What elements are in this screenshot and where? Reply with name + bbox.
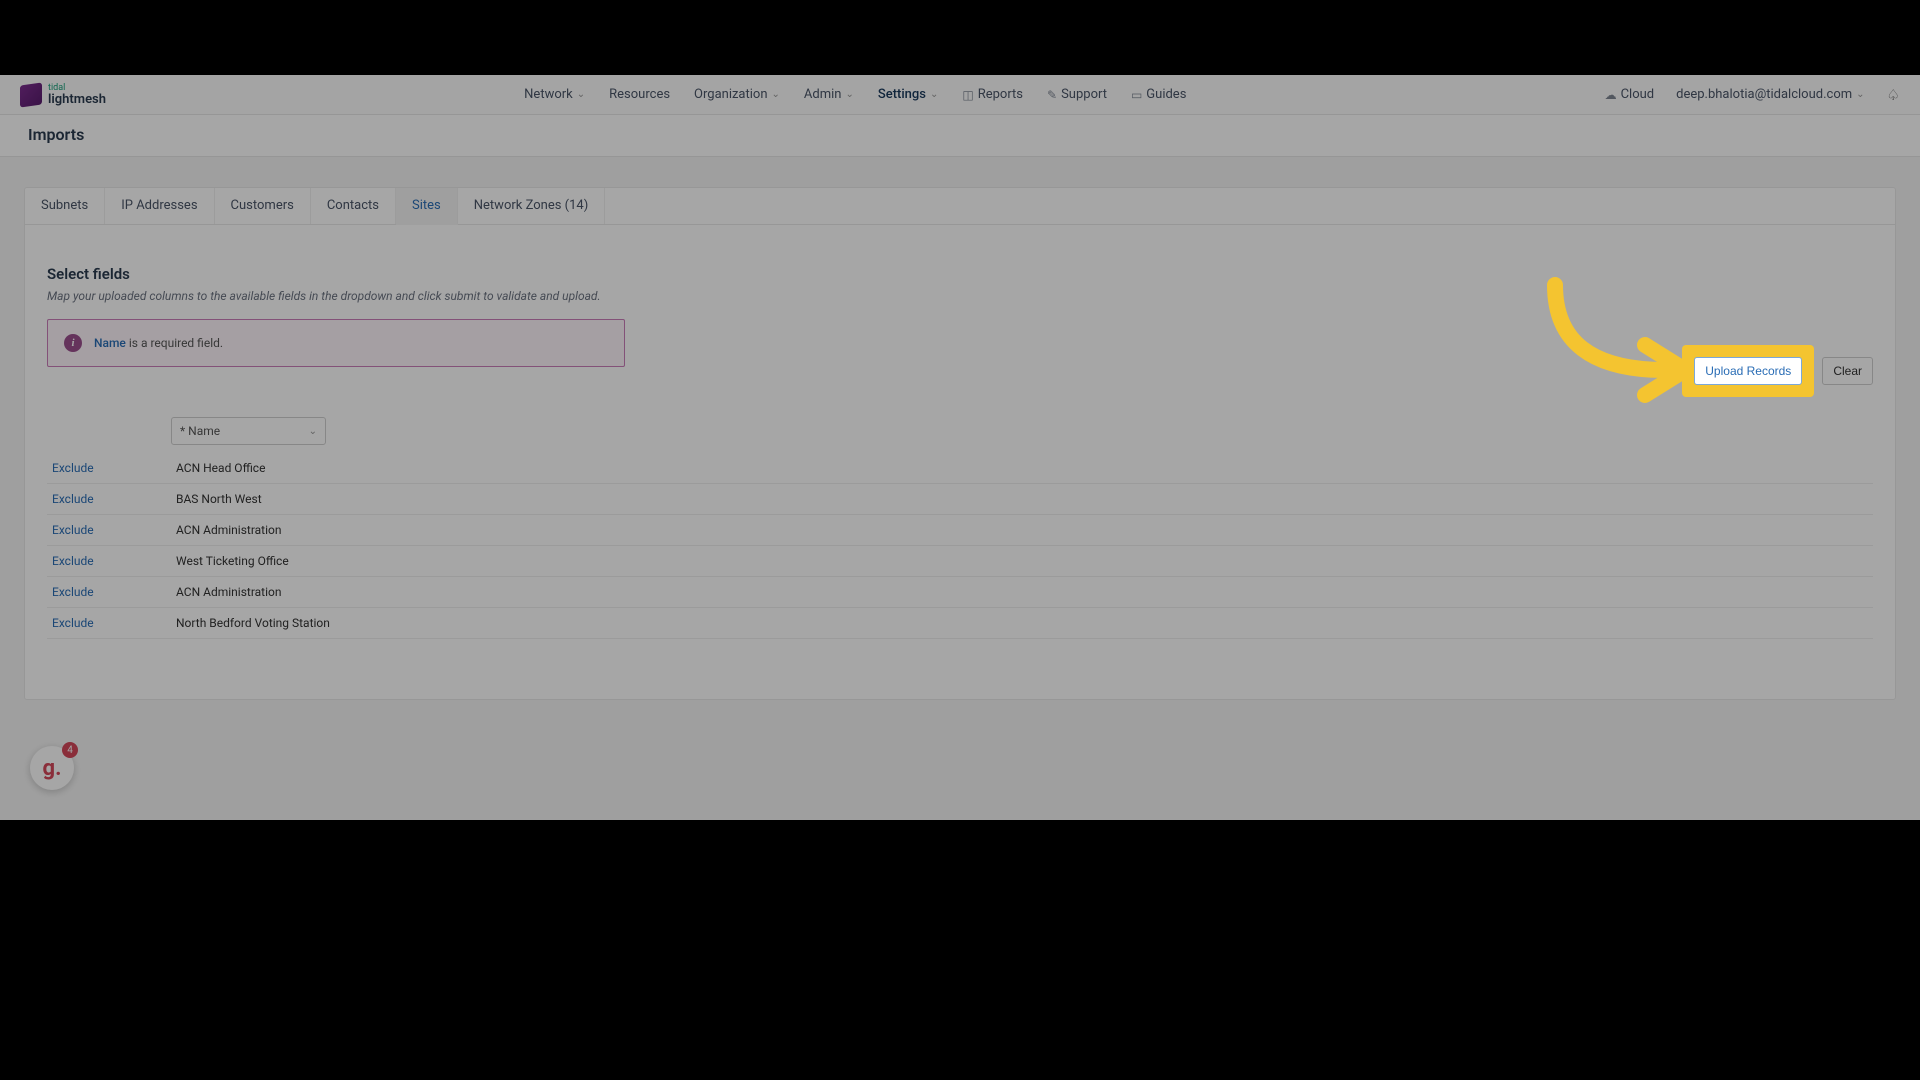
- nav-network-label: Network: [524, 87, 573, 102]
- notice-rest: is a required field.: [126, 336, 223, 350]
- chevron-down-icon: ⌄: [772, 89, 780, 100]
- right-nav: ☁ Cloud deep.bhalotia@tidalcloud.com ⌄ ♤: [1605, 86, 1900, 104]
- exclude-link[interactable]: Exclude: [52, 523, 176, 537]
- nav-guides-label: Guides: [1146, 87, 1186, 102]
- letterbox-top: [0, 0, 1920, 75]
- nav-resources-label: Resources: [609, 87, 670, 102]
- tab-ip-addresses[interactable]: IP Addresses: [105, 188, 214, 224]
- nav-organization[interactable]: Organization ⌄: [694, 87, 780, 102]
- tabs: Subnets IP Addresses Customers Contacts …: [25, 188, 1895, 225]
- highlight-box: Upload Records: [1682, 345, 1814, 397]
- nav-support-label: Support: [1061, 87, 1107, 102]
- help-widget[interactable]: g. 4: [30, 746, 74, 790]
- tab-sites[interactable]: Sites: [396, 188, 458, 225]
- nav-settings-label: Settings: [878, 87, 926, 102]
- required-field-notice: i Name is a required field.: [47, 319, 625, 367]
- table-row: Exclude ACN Administration: [47, 577, 1873, 608]
- nav-admin[interactable]: Admin ⌄: [804, 87, 854, 102]
- action-row: Upload Records Clear: [1682, 345, 1873, 397]
- widget-logo: g.: [43, 756, 62, 781]
- tab-contacts[interactable]: Contacts: [311, 188, 396, 224]
- clear-button[interactable]: Clear: [1822, 357, 1873, 385]
- upload-records-button[interactable]: Upload Records: [1694, 357, 1802, 385]
- logo-icon: [20, 82, 42, 107]
- chevron-down-icon: ⌄: [845, 89, 853, 100]
- row-value: ACN Administration: [176, 523, 282, 537]
- tabs-panel: Subnets IP Addresses Customers Contacts …: [24, 187, 1896, 700]
- field-mapping-select[interactable]: * Name ⌄: [171, 417, 326, 445]
- chevron-down-icon: ⌄: [1856, 89, 1864, 100]
- exclude-link[interactable]: Exclude: [52, 554, 176, 568]
- chevron-down-icon: ⌄: [930, 89, 938, 100]
- bell-icon[interactable]: ♤: [1887, 86, 1900, 104]
- notice-bold: Name: [94, 336, 126, 350]
- main-nav: Network ⌄ Resources Organization ⌄ Admin…: [524, 87, 1186, 102]
- tab-subnets[interactable]: Subnets: [25, 188, 105, 224]
- exclude-link[interactable]: Exclude: [52, 616, 176, 630]
- row-value: ACN Administration: [176, 585, 282, 599]
- table-row: Exclude North Bedford Voting Station: [47, 608, 1873, 639]
- nav-organization-label: Organization: [694, 87, 767, 102]
- chevron-down-icon: ⌄: [309, 426, 317, 437]
- tab-customers[interactable]: Customers: [215, 188, 311, 224]
- logo-text: tidal lightmesh: [48, 84, 106, 106]
- nav-user[interactable]: deep.bhalotia@tidalcloud.com ⌄: [1676, 87, 1864, 102]
- widget-badge: 4: [62, 742, 78, 758]
- nav-network[interactable]: Network ⌄: [524, 87, 585, 102]
- nav-guides[interactable]: ▭ Guides: [1131, 87, 1186, 102]
- row-value: North Bedford Voting Station: [176, 616, 330, 630]
- nav-admin-label: Admin: [804, 87, 842, 102]
- chart-icon: ◫: [962, 88, 973, 102]
- tab-network-zones[interactable]: Network Zones (14): [458, 188, 606, 224]
- nav-resources[interactable]: Resources: [609, 87, 670, 102]
- wrench-icon: ✎: [1047, 88, 1057, 102]
- preview-table: Exclude ACN Head Office Exclude BAS Nort…: [47, 453, 1873, 639]
- content: Subnets IP Addresses Customers Contacts …: [0, 157, 1920, 700]
- logo[interactable]: tidal lightmesh: [20, 84, 106, 106]
- row-value: West Ticketing Office: [176, 554, 289, 568]
- chevron-down-icon: ⌄: [577, 89, 585, 100]
- nav-settings[interactable]: Settings ⌄: [878, 87, 939, 102]
- page-title: Imports: [0, 115, 1920, 157]
- notice-text: Name is a required field.: [94, 336, 223, 350]
- exclude-link[interactable]: Exclude: [52, 492, 176, 506]
- info-icon: i: [64, 334, 82, 352]
- nav-reports-label: Reports: [978, 87, 1023, 102]
- row-value: BAS North West: [176, 492, 262, 506]
- logo-lightmesh: lightmesh: [48, 93, 106, 106]
- table-row: Exclude BAS North West: [47, 484, 1873, 515]
- section-title: Select fields: [47, 265, 1873, 283]
- table-row: Exclude West Ticketing Office: [47, 546, 1873, 577]
- letterbox-bottom: [0, 820, 1920, 1080]
- table-row: Exclude ACN Head Office: [47, 453, 1873, 484]
- tab-body: Select fields Map your uploaded columns …: [25, 225, 1895, 699]
- nav-cloud-label: Cloud: [1621, 87, 1655, 102]
- app-window: tidal lightmesh Network ⌄ Resources Orga…: [0, 75, 1920, 820]
- nav-user-label: deep.bhalotia@tidalcloud.com: [1676, 87, 1852, 102]
- nav-cloud[interactable]: ☁ Cloud: [1605, 87, 1655, 102]
- table-row: Exclude ACN Administration: [47, 515, 1873, 546]
- section-desc: Map your uploaded columns to the availab…: [47, 289, 1873, 303]
- nav-reports[interactable]: ◫ Reports: [962, 87, 1023, 102]
- nav-support[interactable]: ✎ Support: [1047, 87, 1107, 102]
- exclude-link[interactable]: Exclude: [52, 585, 176, 599]
- exclude-link[interactable]: Exclude: [52, 461, 176, 475]
- cloud-icon: ☁: [1605, 88, 1617, 102]
- field-select-value: * Name: [180, 424, 220, 438]
- topbar: tidal lightmesh Network ⌄ Resources Orga…: [0, 75, 1920, 115]
- row-value: ACN Head Office: [176, 461, 265, 475]
- book-icon: ▭: [1131, 88, 1142, 102]
